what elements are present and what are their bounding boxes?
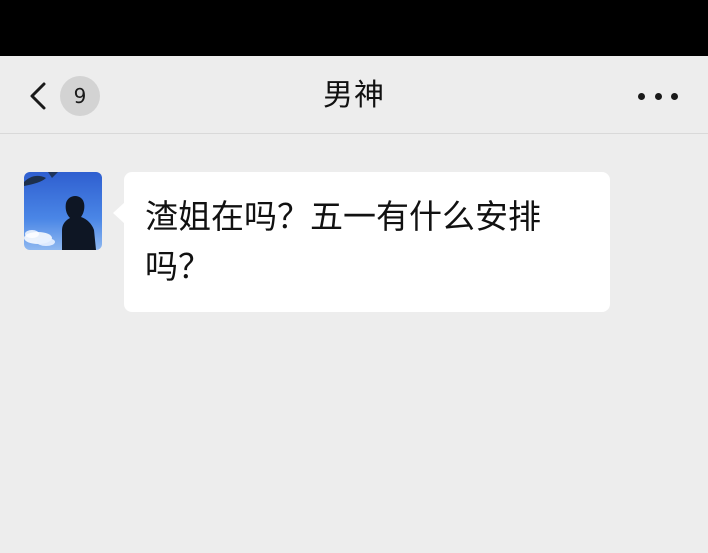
avatar-silhouette-icon xyxy=(24,172,102,250)
ellipsis-icon xyxy=(654,92,662,100)
chat-message-area[interactable]: 渣姐在吗？五一有什么安排吗？ xyxy=(0,134,708,553)
ellipsis-icon xyxy=(671,92,678,100)
incoming-message-row: 渣姐在吗？五一有什么安排吗？ xyxy=(24,172,610,312)
chat-header: 9 男神 xyxy=(0,56,708,134)
message-bubble[interactable]: 渣姐在吗？五一有什么安排吗？ xyxy=(113,172,610,312)
contact-avatar[interactable] xyxy=(24,172,102,250)
message-text: 渣姐在吗？五一有什么安排吗？ xyxy=(145,197,541,286)
status-bar xyxy=(0,0,708,56)
chat-title: 男神 xyxy=(323,78,385,113)
ellipsis-icon xyxy=(638,92,645,100)
more-options-button[interactable] xyxy=(638,82,678,110)
